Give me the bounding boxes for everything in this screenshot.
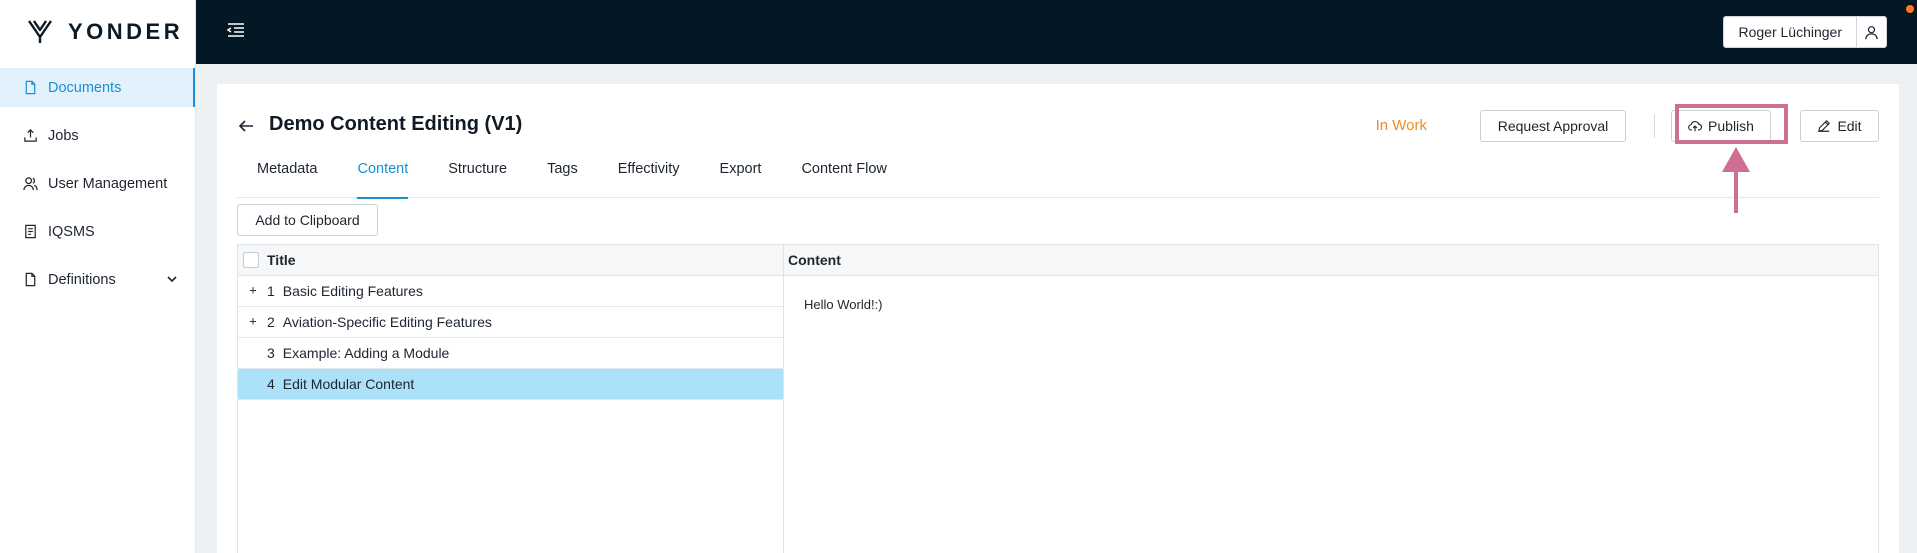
expand-icon[interactable]: + xyxy=(246,284,260,298)
title-tree-panel: Title + 1 Basic Editing Features + 2 Avi… xyxy=(238,245,784,553)
tree-row[interactable]: 3 Example: Adding a Module xyxy=(238,338,783,369)
tree-row[interactable]: + 2 Aviation-Specific Editing Features xyxy=(238,307,783,338)
sidebar-item-jobs[interactable]: Jobs xyxy=(0,116,195,155)
menu-collapse-icon[interactable] xyxy=(226,20,246,40)
row-title: Edit Modular Content xyxy=(282,376,415,392)
user-menu-button[interactable]: Roger Lüchinger xyxy=(1723,16,1887,48)
user-name: Roger Lüchinger xyxy=(1738,24,1842,40)
sidebar-item-label: User Management xyxy=(48,175,168,192)
sidebar-item-label: IQSMS xyxy=(48,223,95,240)
cloud-upload-icon xyxy=(1688,120,1703,132)
chevron-down-icon[interactable] xyxy=(165,272,179,286)
tab-tags[interactable]: Tags xyxy=(527,156,598,198)
content-preview-text: Hello World!:) xyxy=(804,297,883,312)
expand-icon[interactable]: + xyxy=(246,315,260,329)
users-icon xyxy=(22,176,38,192)
brand-name: YONDER xyxy=(68,19,184,44)
tab-bar: Metadata Content Structure Tags Effectiv… xyxy=(237,156,1879,199)
sidebar-item-iqsms[interactable]: IQSMS xyxy=(0,212,195,251)
row-number: 3 xyxy=(267,345,275,361)
notification-dot xyxy=(1906,5,1914,13)
tab-content-flow[interactable]: Content Flow xyxy=(781,156,906,198)
tab-export[interactable]: Export xyxy=(700,156,782,198)
page-title: Demo Content Editing (V1) xyxy=(269,113,523,135)
back-arrow-icon[interactable] xyxy=(237,117,255,135)
edit-button[interactable]: Edit xyxy=(1800,110,1879,142)
document-header: Demo Content Editing (V1) In Work Reques… xyxy=(237,108,1879,144)
row-number: 4 xyxy=(267,376,275,392)
row-title: Aviation-Specific Editing Features xyxy=(282,314,492,330)
content-header-label: Content xyxy=(788,252,841,268)
document-panel: Demo Content Editing (V1) In Work Reques… xyxy=(217,84,1899,553)
sidebar-item-definitions[interactable]: Definitions xyxy=(0,260,195,299)
sidebar: YONDER Documents Jobs User Management IQ… xyxy=(0,0,196,553)
sidebar-item-label: Documents xyxy=(48,79,122,96)
request-approval-label: Request Approval xyxy=(1497,118,1609,134)
tab-structure[interactable]: Structure xyxy=(428,156,527,198)
document-icon xyxy=(22,272,38,288)
tab-content[interactable]: Content xyxy=(337,156,428,199)
tab-effectivity[interactable]: Effectivity xyxy=(598,156,700,198)
tab-metadata[interactable]: Metadata xyxy=(237,156,337,198)
document-icon xyxy=(22,80,38,96)
content-grid: Title + 1 Basic Editing Features + 2 Avi… xyxy=(237,244,1879,553)
report-icon xyxy=(22,224,38,240)
row-number: 2 xyxy=(267,314,275,330)
publish-label: Publish xyxy=(1708,118,1754,134)
edit-label: Edit xyxy=(1837,118,1862,134)
sidebar-item-documents[interactable]: Documents xyxy=(0,68,195,107)
content-column-header: Content xyxy=(784,245,1878,276)
row-number: 1 xyxy=(267,283,275,299)
select-all-checkbox[interactable] xyxy=(243,252,259,268)
upload-icon xyxy=(22,128,38,144)
yonder-logo-icon xyxy=(28,20,52,43)
brand-logo[interactable]: YONDER xyxy=(0,0,195,64)
row-title: Example: Adding a Module xyxy=(282,345,450,361)
publish-button[interactable]: Publish xyxy=(1671,110,1771,142)
row-title: Basic Editing Features xyxy=(282,283,423,299)
content-preview-panel: Content Hello World!:) xyxy=(784,245,1878,553)
tree-row[interactable]: + 1 Basic Editing Features xyxy=(238,276,783,307)
sidebar-item-user-management[interactable]: User Management xyxy=(0,164,195,203)
request-approval-button[interactable]: Request Approval xyxy=(1480,110,1626,142)
title-column-header: Title xyxy=(238,245,783,276)
pencil-icon xyxy=(1818,119,1831,133)
sidebar-item-label: Definitions xyxy=(48,271,116,288)
user-icon xyxy=(1856,17,1886,47)
tree-row-selected[interactable]: 4 Edit Modular Content xyxy=(238,369,783,400)
sidebar-nav: Documents Jobs User Management IQSMS Def… xyxy=(0,68,195,299)
add-to-clipboard-button[interactable]: Add to Clipboard xyxy=(237,204,378,236)
status-badge: In Work xyxy=(1375,117,1427,134)
sidebar-item-label: Jobs xyxy=(48,127,79,144)
toolbar-divider xyxy=(1654,114,1655,138)
title-header-label: Title xyxy=(267,252,296,268)
top-bar: Roger Lüchinger xyxy=(196,0,1917,64)
